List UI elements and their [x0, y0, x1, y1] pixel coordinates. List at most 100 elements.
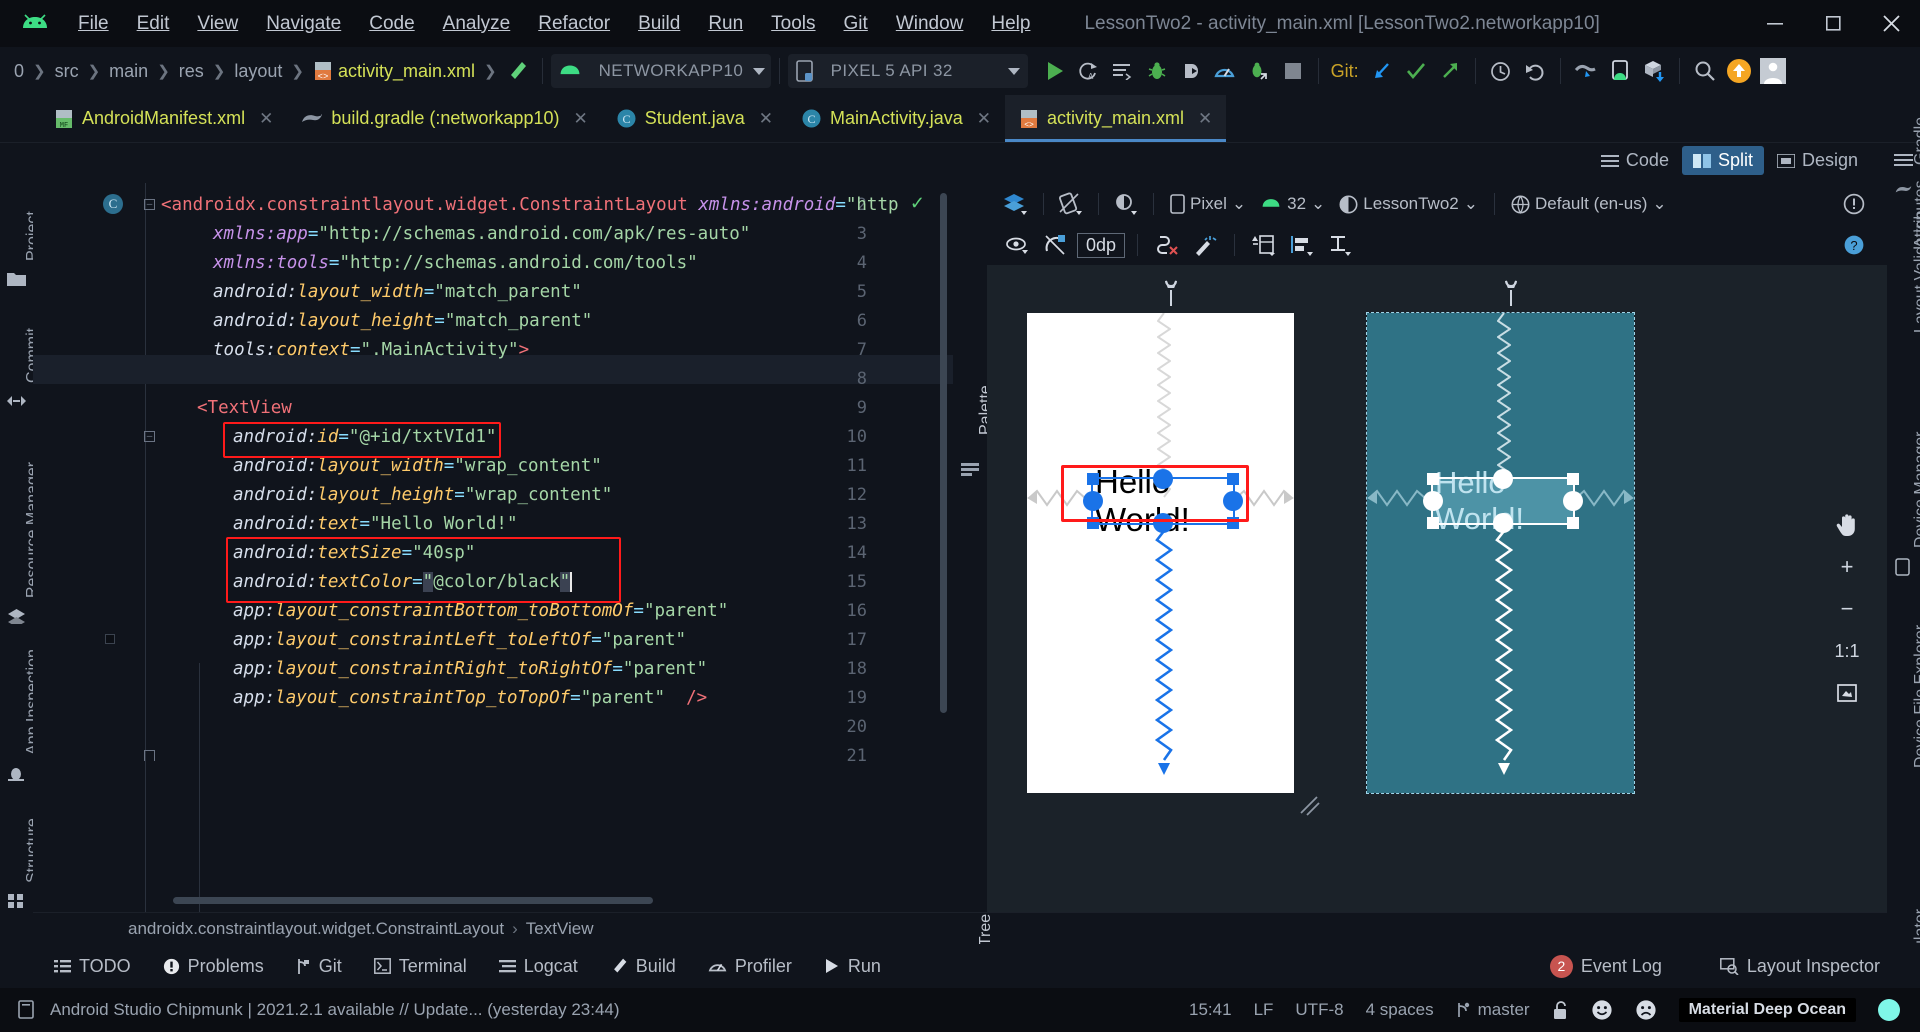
tab-close-icon[interactable]: ✕: [1198, 109, 1212, 129]
fold-marker-icon[interactable]: –: [144, 199, 155, 210]
help-icon[interactable]: ?: [1837, 228, 1871, 262]
clear-constraints-icon[interactable]: [1039, 228, 1073, 262]
align-icon[interactable]: [1285, 228, 1319, 262]
default-margin-field[interactable]: 0dp: [1077, 232, 1126, 258]
constraint-handle-left[interactable]: [1423, 491, 1443, 511]
maximize-button[interactable]: [1804, 0, 1862, 47]
build-hammer-icon[interactable]: [500, 54, 534, 88]
render-settings-wrench-icon-blueprint[interactable]: [1503, 280, 1519, 306]
sidebar-item-gradle[interactable]: Gradle: [1912, 117, 1920, 165]
menu-item-run[interactable]: Run: [694, 10, 757, 38]
tab-student-java[interactable]: C Student.java ✕: [602, 95, 787, 142]
resize-handle-bottom-left[interactable]: [1427, 517, 1439, 529]
breadcrumb-item-layout[interactable]: layout: [228, 59, 288, 84]
breadcrumb-constraintlayout[interactable]: androidx.constraintlayout.widget.Constra…: [128, 919, 504, 939]
tab-activity-main-xml[interactable]: <> activity_main.xml ✕: [1005, 95, 1227, 142]
menu-item-refactor[interactable]: Refactor: [524, 10, 624, 38]
resize-handle-bottom-right[interactable]: [1567, 517, 1579, 529]
minimize-button[interactable]: [1746, 0, 1804, 47]
tool-window-build[interactable]: Build: [594, 956, 692, 977]
lock-open-icon[interactable]: [1552, 1000, 1569, 1020]
orientation-icon[interactable]: [1054, 187, 1088, 221]
attach-debugger-icon[interactable]: [1174, 54, 1208, 88]
device-selector[interactable]: Pixel ⌄: [1164, 192, 1252, 216]
apply-changes-icon[interactable]: [1106, 54, 1140, 88]
constraint-handle-right[interactable]: [1563, 491, 1583, 511]
render-settings-wrench-icon[interactable]: [1163, 280, 1179, 306]
guidelines-icon[interactable]: [1247, 228, 1281, 262]
api-selector[interactable]: 32 ⌄: [1254, 192, 1331, 216]
sdk-download-icon[interactable]: [1637, 54, 1671, 88]
tab-close-icon[interactable]: ✕: [259, 109, 273, 129]
run-coverage-icon[interactable]: [1242, 54, 1276, 88]
breadcrumb-item-0[interactable]: 0: [8, 59, 30, 84]
happy-face-icon[interactable]: [1591, 999, 1613, 1021]
warning-icon[interactable]: [1837, 187, 1871, 221]
bookmark-marker-icon[interactable]: [105, 634, 115, 644]
tool-window-git[interactable]: Git: [280, 956, 358, 977]
device-preview-blueprint[interactable]: Hello World!: [1366, 312, 1635, 794]
pan-hand-icon[interactable]: [1827, 505, 1867, 545]
device-manager-icon[interactable]: [1603, 54, 1637, 88]
git-commit-icon[interactable]: [1399, 54, 1433, 88]
git-push-icon[interactable]: [1433, 54, 1467, 88]
constraint-handle-bottom[interactable]: [1493, 513, 1513, 533]
breadcrumb-textview[interactable]: TextView: [526, 919, 594, 939]
caret-position[interactable]: 15:41: [1189, 1000, 1232, 1020]
theme-dot-icon[interactable]: [1878, 999, 1900, 1021]
git-update-icon[interactable]: [1365, 54, 1399, 88]
tab-build-gradle[interactable]: build.gradle (:networkapp10) ✕: [287, 95, 601, 142]
night-mode-icon[interactable]: [1109, 187, 1143, 221]
baseline-icon[interactable]: [1323, 228, 1357, 262]
tab-mainactivity-java[interactable]: C MainActivity.java ✕: [787, 95, 1005, 142]
class-marker-icon[interactable]: C: [103, 194, 123, 214]
constraint-handle-top[interactable]: [1493, 469, 1513, 489]
zoom-actual-size-button[interactable]: 1:1: [1827, 631, 1867, 671]
debug-icon[interactable]: [1140, 54, 1174, 88]
profiler-icon[interactable]: [1208, 54, 1242, 88]
breadcrumb-item-activity-main[interactable]: <> activity_main.xml: [307, 59, 481, 84]
mode-split-button[interactable]: Split: [1681, 146, 1764, 175]
run-icon[interactable]: [1038, 54, 1072, 88]
line-separator[interactable]: LF: [1254, 1000, 1274, 1020]
theme-selector[interactable]: LessonTwo2 ⌄: [1333, 192, 1484, 216]
menu-item-edit[interactable]: Edit: [123, 10, 184, 38]
tool-window-profiler[interactable]: Profiler: [692, 956, 808, 977]
zoom-to-fit-button[interactable]: [1827, 673, 1867, 713]
menu-item-view[interactable]: View: [183, 10, 252, 38]
design-canvas[interactable]: Hello World! Hello World! + − 1:1: [987, 265, 1887, 912]
infer-constraints-icon[interactable]: [1188, 228, 1222, 262]
menu-item-build[interactable]: Build: [624, 10, 694, 38]
avatar-icon[interactable]: [1756, 54, 1790, 88]
tab-close-icon[interactable]: ✕: [573, 109, 587, 129]
breadcrumb-item-res[interactable]: res: [173, 59, 210, 84]
sad-face-icon[interactable]: [1635, 999, 1657, 1021]
menu-item-code[interactable]: Code: [355, 10, 428, 38]
resize-handle-top-left[interactable]: [1427, 473, 1439, 485]
attributes-panel-icon[interactable]: [1894, 153, 1913, 171]
resize-handle-top-right[interactable]: [1567, 473, 1579, 485]
tool-window-event-log[interactable]: 2 Event Log: [1534, 954, 1678, 978]
mode-design-button[interactable]: Design: [1766, 146, 1869, 175]
zoom-out-button[interactable]: −: [1827, 589, 1867, 629]
tool-window-layout-inspector[interactable]: Layout Inspector: [1704, 956, 1896, 977]
sidebar-item-device-manager[interactable]: Device Manager: [1912, 432, 1920, 549]
tool-window-logcat[interactable]: Logcat: [483, 956, 594, 977]
autoconnect-icon[interactable]: [1150, 228, 1184, 262]
tab-close-icon[interactable]: ✕: [759, 109, 773, 129]
file-encoding[interactable]: UTF-8: [1295, 1000, 1343, 1020]
search-icon[interactable]: [1688, 54, 1722, 88]
view-options-icon[interactable]: [1001, 228, 1035, 262]
device-config-selector[interactable]: PIXEL 5 API 32: [787, 54, 1028, 88]
git-branch-widget[interactable]: master: [1456, 1000, 1530, 1020]
sidebar-item-device-file-explorer[interactable]: Device File Explorer: [1912, 625, 1920, 768]
menu-item-file[interactable]: File: [64, 10, 123, 38]
editor-gutter[interactable]: [33, 183, 161, 912]
tool-window-problems[interactable]: Problems: [147, 956, 280, 977]
tab-close-icon[interactable]: ✕: [977, 109, 991, 129]
mode-code-button[interactable]: Code: [1590, 146, 1680, 175]
search-everywhere-icon[interactable]: [1569, 54, 1603, 88]
tool-window-todo[interactable]: TODO: [38, 956, 147, 977]
fold-marker-icon[interactable]: –: [144, 431, 155, 442]
rerun-icon[interactable]: A: [1072, 54, 1106, 88]
